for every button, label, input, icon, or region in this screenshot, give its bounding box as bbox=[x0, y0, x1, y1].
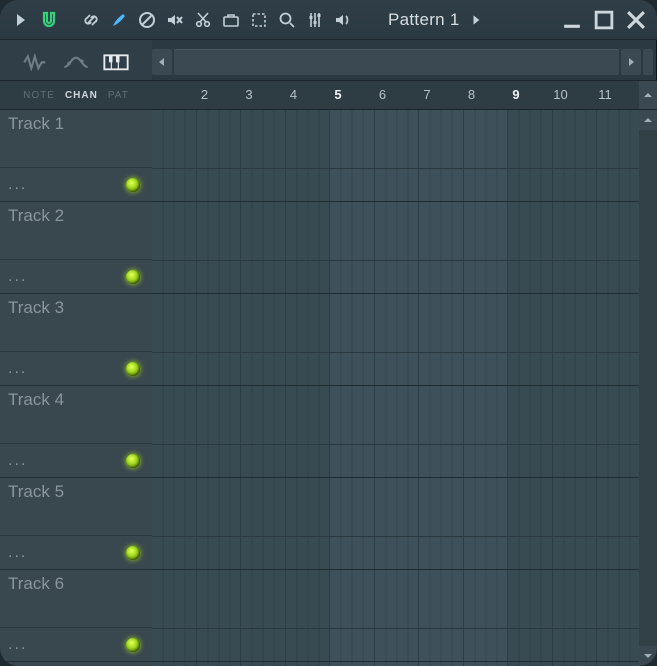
ruler-mark: 7 bbox=[423, 87, 430, 102]
toolbox-icon[interactable] bbox=[220, 9, 242, 31]
timeline-nav bbox=[152, 40, 657, 80]
grid-row[interactable] bbox=[152, 478, 639, 570]
vscroll-down-icon[interactable] bbox=[639, 646, 657, 666]
track-mute-led[interactable] bbox=[126, 270, 140, 284]
track-menu-dots[interactable]: ... bbox=[8, 452, 27, 470]
playlist-grid-wrap: Track 1...Track 2...Track 3...Track 4...… bbox=[0, 110, 657, 666]
track-label: Track 4 bbox=[0, 386, 152, 414]
close-button[interactable] bbox=[625, 9, 647, 31]
zoom-icon[interactable] bbox=[276, 9, 298, 31]
cut-icon[interactable] bbox=[192, 9, 214, 31]
ruler-mark: 2 bbox=[201, 87, 208, 102]
track-label: Track 6 bbox=[0, 570, 152, 598]
pattern-title[interactable]: Pattern 1 bbox=[388, 10, 460, 30]
pattern-chevron-icon[interactable] bbox=[470, 13, 484, 27]
grid-row[interactable] bbox=[152, 570, 639, 662]
track-header[interactable]: Track 2... bbox=[0, 202, 152, 294]
mute-speaker-icon[interactable] bbox=[164, 9, 186, 31]
ruler-mark: 8 bbox=[468, 87, 475, 102]
vscroll-up-icon[interactable] bbox=[639, 110, 657, 130]
sliders-icon[interactable] bbox=[304, 9, 326, 31]
time-ruler[interactable]: 23456789101112 bbox=[152, 81, 639, 109]
track-label: Track 5 bbox=[0, 478, 152, 506]
track-header[interactable]: Track 3... bbox=[0, 294, 152, 386]
ruler-mark: 3 bbox=[245, 87, 252, 102]
track-header[interactable]: Track 5... bbox=[0, 478, 152, 570]
track-lower: ... bbox=[0, 443, 152, 477]
titlebar: Pattern 1 bbox=[0, 0, 657, 40]
track-lower: ... bbox=[0, 167, 152, 201]
track-menu-dots[interactable]: ... bbox=[8, 544, 27, 562]
track-lower: ... bbox=[0, 351, 152, 385]
maximize-button[interactable] bbox=[593, 9, 615, 31]
subtab-chan[interactable]: CHAN bbox=[65, 90, 98, 101]
ruler-mark: 4 bbox=[290, 87, 297, 102]
ruler-row: NOTE CHAN PAT 23456789101112 bbox=[0, 80, 657, 110]
ruler-mark: 10 bbox=[553, 87, 567, 102]
ruler-mark: 6 bbox=[379, 87, 386, 102]
track-lower: ... bbox=[0, 627, 152, 661]
vscroll-track[interactable] bbox=[639, 130, 657, 646]
nav-left-button[interactable] bbox=[152, 49, 172, 75]
link-icon[interactable] bbox=[80, 9, 102, 31]
automation-view-icon[interactable] bbox=[62, 48, 90, 76]
track-list: Track 1...Track 2...Track 3...Track 4...… bbox=[0, 110, 152, 666]
nav-scrollbar[interactable] bbox=[174, 49, 619, 75]
ruler-mark: 9 bbox=[512, 87, 519, 102]
piano-view-icon[interactable] bbox=[102, 48, 130, 76]
track-lower: ... bbox=[0, 259, 152, 293]
menu-chevron-icon[interactable] bbox=[10, 9, 32, 31]
track-menu-dots[interactable]: ... bbox=[8, 360, 27, 378]
track-mute-led[interactable] bbox=[126, 638, 140, 652]
nav-end-marker[interactable] bbox=[643, 49, 653, 75]
track-menu-dots[interactable]: ... bbox=[8, 268, 27, 286]
minimize-button[interactable] bbox=[561, 9, 583, 31]
track-header[interactable]: Track 4... bbox=[0, 386, 152, 478]
speaker-icon[interactable] bbox=[332, 9, 354, 31]
ruler-mark: 5 bbox=[334, 87, 341, 102]
track-lower: ... bbox=[0, 535, 152, 569]
track-mute-led[interactable] bbox=[126, 454, 140, 468]
playlist-grid[interactable] bbox=[152, 110, 639, 666]
track-menu-dots[interactable]: ... bbox=[8, 636, 27, 654]
subtab-pat[interactable]: PAT bbox=[108, 90, 129, 101]
playlist-window: Pattern 1 bbox=[0, 0, 657, 666]
sub-tabs: NOTE CHAN PAT bbox=[0, 81, 152, 109]
nav-right-button[interactable] bbox=[621, 49, 641, 75]
track-mute-led[interactable] bbox=[126, 546, 140, 560]
track-mute-led[interactable] bbox=[126, 362, 140, 376]
subtab-note[interactable]: NOTE bbox=[23, 90, 55, 101]
track-menu-dots[interactable]: ... bbox=[8, 176, 27, 194]
track-header[interactable]: Track 6... bbox=[0, 570, 152, 662]
brush-icon[interactable] bbox=[108, 9, 130, 31]
vscroll-up-gap bbox=[639, 81, 657, 109]
view-nav-row bbox=[0, 40, 657, 80]
grid-row[interactable] bbox=[152, 386, 639, 478]
track-mute-led[interactable] bbox=[126, 178, 140, 192]
marquee-icon[interactable] bbox=[248, 9, 270, 31]
grid-row[interactable] bbox=[152, 294, 639, 386]
track-label: Track 1 bbox=[0, 110, 152, 138]
vertical-scrollbar[interactable] bbox=[639, 110, 657, 666]
track-label: Track 3 bbox=[0, 294, 152, 322]
ruler-mark: 11 bbox=[598, 87, 612, 102]
track-label: Track 2 bbox=[0, 202, 152, 230]
waveform-view-icon[interactable] bbox=[22, 48, 50, 76]
no-mute-icon[interactable] bbox=[136, 9, 158, 31]
grid-row[interactable] bbox=[152, 202, 639, 294]
magnet-icon[interactable] bbox=[38, 9, 60, 31]
grid-row[interactable] bbox=[152, 110, 639, 202]
track-header[interactable]: Track 1... bbox=[0, 110, 152, 202]
view-tabs bbox=[0, 40, 152, 80]
